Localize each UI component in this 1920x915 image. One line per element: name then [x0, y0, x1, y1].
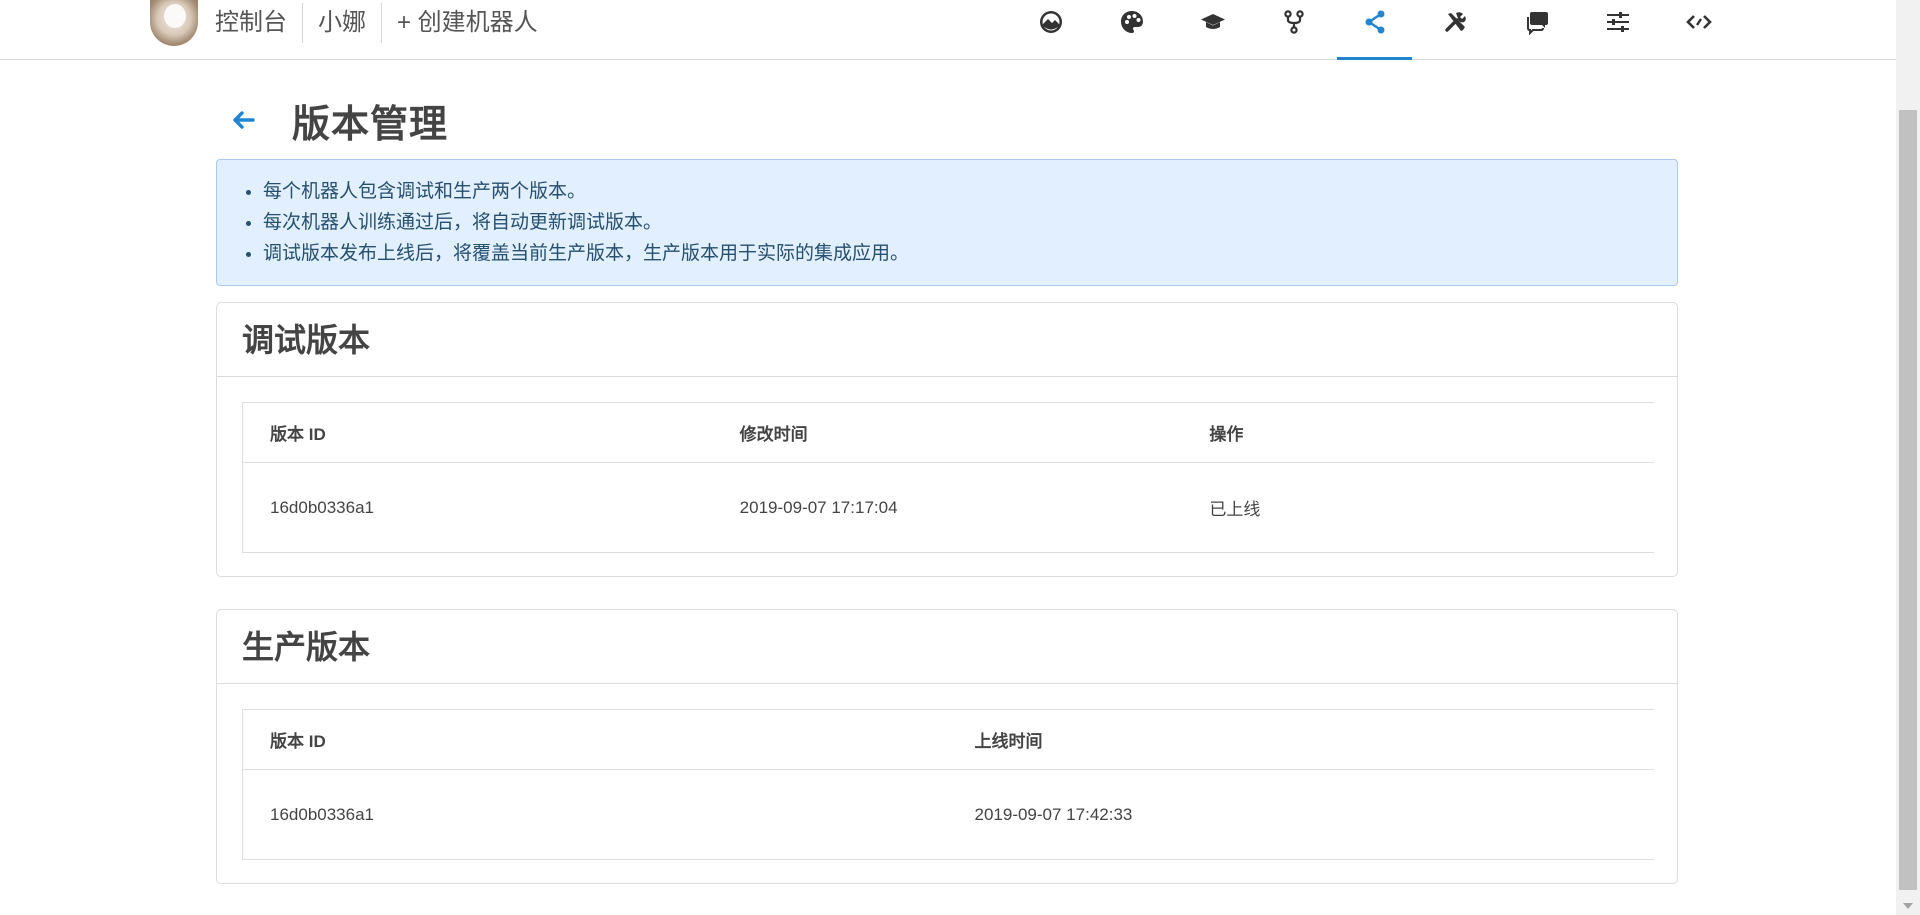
- nav-versions[interactable]: [1334, 0, 1415, 60]
- header-modified-time: 修改时间: [739, 425, 808, 444]
- sliders-icon: [1606, 12, 1629, 32]
- tools-icon: [1444, 12, 1466, 32]
- info-item: 每个机器人包含调试和生产两个版本。: [263, 176, 1657, 207]
- header-version-id: 版本 ID: [270, 425, 326, 444]
- scroll-down-arrow-icon[interactable]: [1903, 903, 1913, 909]
- table-row: 16d0b0336a1 2019-09-07 17:17:04 已上线: [243, 463, 1654, 552]
- comments-icon: [1526, 12, 1548, 35]
- header-action: 操作: [1209, 425, 1244, 444]
- cell-modified-time: 2019-09-07 17:17:04: [739, 497, 898, 517]
- nav-icon-bar: [1010, 0, 1739, 60]
- header-online-time: 上线时间: [974, 732, 1043, 751]
- code-fork-icon: [1283, 10, 1304, 34]
- page-scrollbar[interactable]: [1896, 0, 1920, 915]
- nav-chat[interactable]: [1496, 0, 1577, 60]
- header-version-id: 版本 ID: [270, 732, 326, 751]
- breadcrumb: 控制台 小娜 + 创建机器人: [215, 0, 553, 46]
- production-version-table: 版本 ID 上线时间 16d0b0336a1 2019-09-07 17:42:…: [242, 709, 1654, 860]
- page-title: 版本管理: [292, 103, 449, 146]
- nav-training[interactable]: [1172, 0, 1253, 60]
- debug-version-segment: 调试版本 版本 ID 修改时间 操作 16d0b0336a1 2019-09-0…: [216, 302, 1678, 577]
- nav-overview[interactable]: [1010, 0, 1091, 60]
- graduation-cap-icon: [1200, 14, 1225, 29]
- scrollbar-thumb[interactable]: [1899, 110, 1917, 890]
- debug-version-table: 版本 ID 修改时间 操作 16d0b0336a1 2019-09-07 17:…: [242, 402, 1654, 553]
- cell-version-id: 16d0b0336a1: [270, 804, 375, 824]
- cell-version-id: 16d0b0336a1: [270, 497, 375, 517]
- share-icon: [1365, 10, 1384, 34]
- nav-flow[interactable]: [1253, 0, 1334, 60]
- nav-tools[interactable]: [1415, 0, 1496, 60]
- info-item: 每次机器人训练通过后，将自动更新调试版本。: [263, 207, 1657, 238]
- nav-settings[interactable]: [1577, 0, 1658, 60]
- palette-icon: [1120, 11, 1143, 33]
- back-arrow-icon[interactable]: [228, 105, 258, 135]
- avatar[interactable]: [150, 0, 198, 46]
- nav-theme[interactable]: [1091, 0, 1172, 60]
- table-row: 16d0b0336a1 2019-09-07 17:42:33: [243, 770, 1654, 859]
- create-bot-link[interactable]: + 创建机器人: [382, 3, 553, 43]
- landscape-icon: [1039, 11, 1062, 33]
- debug-version-title: 调试版本: [217, 303, 1677, 377]
- cell-online-time: 2019-09-07 17:42:33: [974, 804, 1133, 824]
- table-header: 版本 ID 修改时间 操作: [243, 403, 1654, 463]
- table-header: 版本 ID 上线时间: [243, 710, 1654, 770]
- crumb-console[interactable]: 控制台: [215, 3, 302, 43]
- info-message: 每个机器人包含调试和生产两个版本。 每次机器人训练通过后，将自动更新调试版本。 …: [216, 159, 1678, 286]
- crumb-bot-name[interactable]: 小娜: [303, 3, 381, 43]
- code-icon: [1685, 15, 1712, 29]
- status-online-label: 已上线: [1209, 500, 1261, 519]
- top-navbar: 控制台 小娜 + 创建机器人: [0, 0, 1896, 60]
- page-header: 版本管理: [228, 90, 448, 150]
- production-version-title: 生产版本: [217, 610, 1677, 684]
- nav-integration[interactable]: [1658, 0, 1739, 60]
- info-item: 调试版本发布上线后，将覆盖当前生产版本，生产版本用于实际的集成应用。: [263, 238, 1657, 269]
- production-version-segment: 生产版本 版本 ID 上线时间 16d0b0336a1 2019-09-07 1…: [216, 609, 1678, 884]
